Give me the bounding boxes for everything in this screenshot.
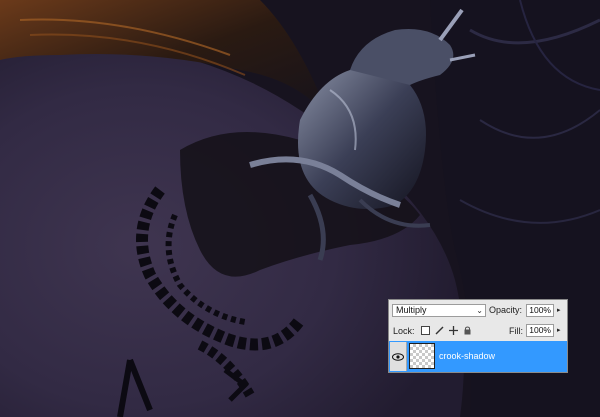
eye-icon	[392, 352, 404, 361]
lock-all-icon[interactable]	[463, 326, 472, 335]
lock-label: Lock:	[393, 326, 415, 336]
layer-row-selected[interactable]: crook-shadow	[389, 341, 567, 372]
arrow-right-icon[interactable]: ▸	[557, 326, 561, 334]
chevron-down-icon: ⌄	[476, 306, 483, 315]
layer-name[interactable]: crook-shadow	[439, 351, 495, 362]
blend-row: Multiply ⌄ Opacity: 100% ▸	[389, 302, 567, 320]
opacity-label: Opacity:	[489, 305, 523, 315]
fill-label: Fill:	[509, 326, 523, 336]
layers-panel: Multiply ⌄ Opacity: 100% ▸ Lock: Fill: 1…	[388, 299, 568, 373]
lock-transparent-icon[interactable]	[421, 326, 430, 335]
lock-row: Lock: Fill: 100% ▸	[389, 322, 567, 339]
lock-brush-icon[interactable]	[435, 326, 444, 335]
blend-mode-select[interactable]: Multiply ⌄	[392, 304, 486, 317]
fill-field[interactable]: 100%	[526, 324, 554, 337]
arrow-right-icon[interactable]: ▸	[557, 306, 561, 314]
layer-thumbnail	[409, 343, 435, 369]
lock-move-icon[interactable]	[449, 326, 458, 335]
blend-mode-value: Multiply	[396, 305, 427, 315]
visibility-toggle[interactable]	[390, 342, 407, 371]
opacity-field[interactable]: 100%	[526, 304, 554, 317]
